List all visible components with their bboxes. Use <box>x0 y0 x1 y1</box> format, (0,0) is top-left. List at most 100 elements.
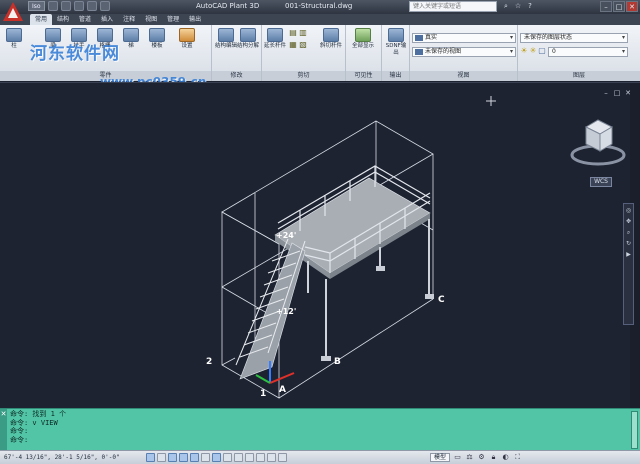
layout-icon[interactable]: ▭ <box>453 453 462 462</box>
drafting-toggles <box>146 453 287 462</box>
command-history-line: 命令: v VIEW <box>10 418 58 427</box>
sdnf-export-button[interactable]: SDNF输出 <box>385 28 407 57</box>
panel-label-output: 输出 <box>382 71 409 81</box>
structure-edit-button[interactable]: 结构编辑 <box>215 28 237 50</box>
grid-label-c: C <box>438 295 445 305</box>
workspace-select[interactable]: Iso <box>28 1 45 11</box>
layer-state-select[interactable]: 未保存的图层状态 <box>520 33 628 43</box>
tab-structure[interactable]: 结构 <box>52 14 74 25</box>
viewport-close-icon[interactable]: ✕ <box>624 89 632 97</box>
cut-tool-icon-4[interactable]: ▧ <box>299 41 307 49</box>
base-plates <box>321 266 434 361</box>
redo-icon[interactable] <box>99 1 110 11</box>
open-file-icon[interactable] <box>60 1 71 11</box>
showmotion-icon[interactable]: ▶ <box>625 251 632 258</box>
stair-button[interactable]: 梯 <box>120 28 142 50</box>
panel-label-visibility: 可见性 <box>346 71 381 81</box>
model-space-button[interactable]: 模型 <box>430 453 451 462</box>
command-history-line: 命令: 找到 1 个 <box>10 410 67 418</box>
settings-button[interactable]: 设置 <box>176 28 198 50</box>
structure-edit-icon <box>218 28 234 42</box>
settings-icon <box>179 28 195 42</box>
help-icon[interactable]: ? <box>526 2 534 10</box>
command-input[interactable]: 命令: <box>10 436 66 445</box>
command-history: 命令: 找到 1 个 命令: v VIEW 命令: 命令: <box>10 410 66 444</box>
structure-explode-button[interactable]: 结构分解 <box>237 28 259 50</box>
lightbulb-icon[interactable]: ☀ <box>520 47 528 55</box>
autocad-logo-icon[interactable] <box>2 1 24 23</box>
viewport-maximize-icon[interactable]: □ <box>613 89 621 97</box>
tab-insert[interactable]: 插入 <box>96 14 118 25</box>
tab-output[interactable]: 输出 <box>184 14 206 25</box>
column-button[interactable]: 柱 <box>3 28 25 50</box>
orbit-icon[interactable]: ↻ <box>625 240 632 247</box>
selection-cycling-toggle-icon[interactable] <box>278 453 287 462</box>
sun-icon[interactable]: ✳ <box>529 47 537 55</box>
coordinate-readout[interactable]: 67'-4 13/16", 28'-1 5/16", 0'-0" <box>4 454 120 461</box>
ortho-toggle-icon[interactable] <box>168 453 177 462</box>
drawing-viewport[interactable]: – □ ✕ WCS ◎ ✥ ⌕ ↻ ▶ +24' +12' 2 1 A B C <box>0 82 640 409</box>
named-view-select[interactable]: 未保存的视图 <box>412 47 516 57</box>
minimize-button[interactable]: – <box>600 1 612 12</box>
panel-view: 真实 未保存的视图 视图 <box>410 25 518 81</box>
workspace-gear-icon[interactable]: ⚙ <box>477 453 486 462</box>
star-icon[interactable]: ☆ <box>514 2 522 10</box>
status-bar: 67'-4 13/16", 28'-1 5/16", 0'-0" 模型 ▭ ⚖ … <box>0 450 640 464</box>
tab-manage[interactable]: 管理 <box>162 14 184 25</box>
sdnf-export-icon <box>388 28 404 42</box>
ribbon-tabs: 常用 结构 管道 插入 注释 视图 管理 输出 <box>0 14 640 25</box>
polar-toggle-icon[interactable] <box>179 453 188 462</box>
close-button[interactable]: ✕ <box>626 1 638 12</box>
tab-piping[interactable]: 管道 <box>74 14 96 25</box>
grid-toggle-icon[interactable] <box>157 453 166 462</box>
tab-home[interactable]: 常用 <box>30 14 53 25</box>
search-input[interactable]: 键入关键字或短语 <box>409 1 497 12</box>
isolate-icon[interactable]: ◐ <box>501 453 510 462</box>
cut-tool-icon[interactable]: ▤ <box>289 29 297 37</box>
viewcube-icon[interactable] <box>570 119 626 166</box>
viewport-minimize-icon[interactable]: – <box>602 89 610 97</box>
app-title: AutoCAD Plant 3D <box>196 2 260 10</box>
maximize-button[interactable]: □ <box>613 1 625 12</box>
panel-label-modify: 修改 <box>212 71 261 81</box>
command-line: ✕ 命令: 找到 1 个 命令: v VIEW 命令: 命令: <box>0 408 640 451</box>
watermark-text: 河东软件网 <box>30 44 120 64</box>
lock-icon[interactable]: ▢ <box>538 47 546 55</box>
ducs-toggle-icon[interactable] <box>223 453 232 462</box>
search-icon[interactable]: ⌕ <box>502 2 510 10</box>
save-icon[interactable] <box>73 1 84 11</box>
zoom-icon[interactable]: ⌕ <box>625 229 632 236</box>
osnap-toggle-icon[interactable] <box>190 453 199 462</box>
snap-toggle-icon[interactable] <box>146 453 155 462</box>
miter-member-button[interactable]: 斜切杆件 <box>320 28 342 50</box>
quick-properties-toggle-icon[interactable] <box>267 453 276 462</box>
panel-visibility: 全部显示 可见性 <box>346 25 382 81</box>
tab-view[interactable]: 视图 <box>140 14 162 25</box>
pan-icon[interactable]: ✥ <box>625 218 632 225</box>
command-line-handle[interactable]: ✕ <box>0 409 7 451</box>
panel-layers: 未保存的图层状态 ☀ ✳ ▢ 0 图层 <box>518 25 640 81</box>
tab-annotate[interactable]: 注释 <box>118 14 140 25</box>
annotation-scale-icon[interactable]: ⚖ <box>465 453 474 462</box>
wcs-menu[interactable]: WCS <box>590 177 612 187</box>
cut-tool-icon-3[interactable]: ▦ <box>289 41 297 49</box>
new-file-icon[interactable] <box>47 1 58 11</box>
lineweight-toggle-icon[interactable] <box>245 453 254 462</box>
plate-button[interactable]: 楼板 <box>146 28 168 50</box>
otrack-toggle-icon[interactable] <box>212 453 221 462</box>
transparency-toggle-icon[interactable] <box>256 453 265 462</box>
show-all-button[interactable]: 全部显示 <box>352 28 374 50</box>
extend-member-button[interactable]: 延长杆件 <box>264 28 286 50</box>
visual-style-select[interactable]: 真实 <box>412 33 516 43</box>
dyn-toggle-icon[interactable] <box>234 453 243 462</box>
lock-icon[interactable]: 🔒︎ <box>489 453 498 462</box>
undo-icon[interactable] <box>86 1 97 11</box>
visual-style-icon <box>415 35 423 41</box>
close-icon[interactable]: ✕ <box>0 410 7 418</box>
fullscreen-icon[interactable]: ⛶ <box>513 453 522 462</box>
steering-wheel-icon[interactable]: ◎ <box>625 207 632 214</box>
cut-tool-icon-2[interactable]: ▥ <box>299 29 307 37</box>
command-scrollbar[interactable] <box>631 411 638 449</box>
layer-select[interactable]: 0 <box>548 47 628 57</box>
3d-osnap-toggle-icon[interactable] <box>201 453 210 462</box>
